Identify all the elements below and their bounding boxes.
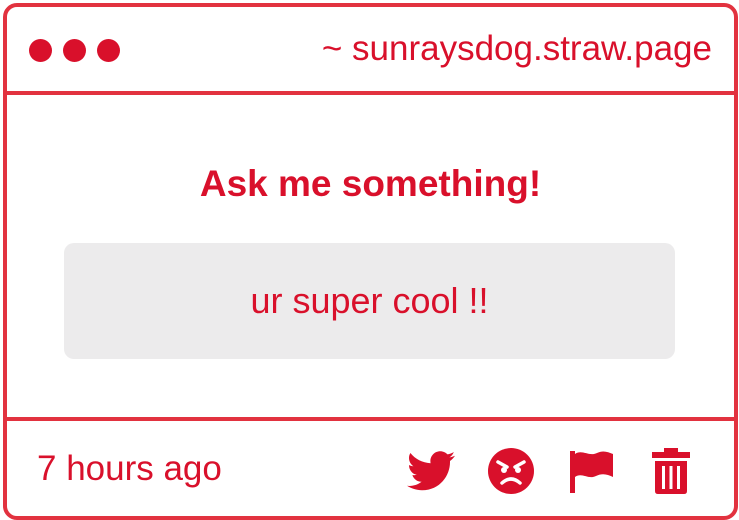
report-flag-button[interactable] bbox=[567, 447, 615, 495]
flag-icon bbox=[570, 451, 613, 493]
window-dot-red bbox=[97, 39, 120, 62]
window-dot-red bbox=[29, 39, 52, 62]
answer-text: ur super cool !! bbox=[250, 280, 489, 321]
twitter-icon bbox=[407, 451, 455, 491]
delete-button[interactable] bbox=[647, 447, 695, 495]
action-bar bbox=[407, 447, 695, 495]
question-card: ~ sunraysdog.straw.page Ask me something… bbox=[3, 3, 738, 520]
timestamp: 7 hours ago bbox=[37, 449, 222, 488]
answer-box: ur super cool !! bbox=[64, 243, 675, 359]
window-controls bbox=[29, 39, 120, 62]
window-dot-red bbox=[63, 39, 86, 62]
react-angry-button[interactable] bbox=[487, 447, 535, 495]
window-title-bar: ~ sunraysdog.straw.page bbox=[7, 7, 734, 95]
share-twitter-button[interactable] bbox=[407, 447, 455, 495]
trash-icon bbox=[652, 448, 690, 494]
question-prompt: Ask me something! bbox=[199, 163, 542, 204]
card-footer: 7 hours ago bbox=[7, 417, 734, 516]
angry-face-icon bbox=[488, 448, 534, 494]
site-url[interactable]: ~ sunraysdog.straw.page bbox=[322, 27, 712, 71]
